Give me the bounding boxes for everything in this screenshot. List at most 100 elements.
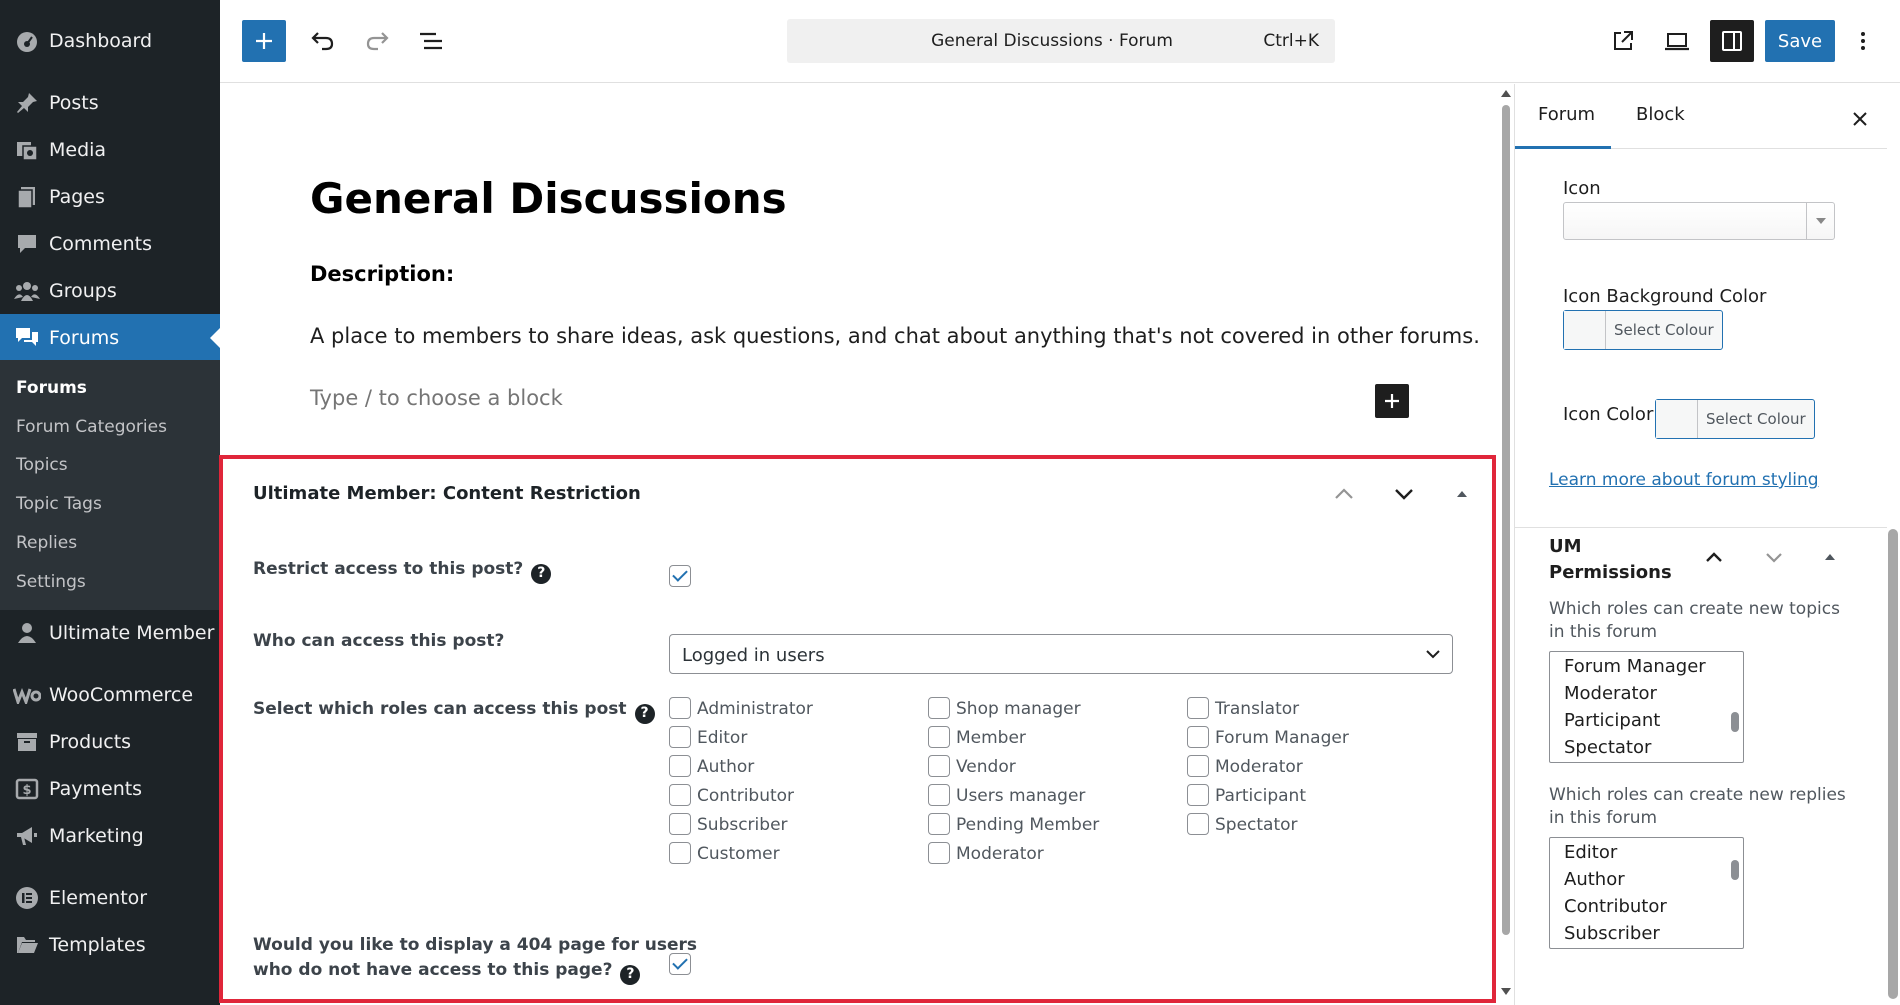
menu-item-elementor[interactable]: Elementor (0, 874, 220, 921)
role-option[interactable]: Moderator (928, 842, 1044, 864)
toggle-panel-button[interactable] (1815, 542, 1845, 572)
role-option[interactable]: Users manager (928, 784, 1085, 806)
role-option[interactable]: Editor (669, 726, 747, 748)
menu-item-comments[interactable]: Comments (0, 220, 220, 267)
block-appender-placeholder[interactable]: Type / to choose a block (310, 386, 563, 410)
close-icon (1853, 112, 1867, 126)
listbox-option[interactable]: Moderator (1564, 683, 1657, 704)
more-options-button[interactable] (1848, 20, 1878, 62)
menu-item-media[interactable]: Media (0, 126, 220, 173)
submenu-item-topics[interactable]: Topics (16, 455, 68, 475)
pages-icon (12, 185, 42, 209)
media-icon (12, 138, 42, 162)
menu-item-dashboard[interactable]: Dashboard (0, 17, 220, 64)
listbox-option[interactable]: Subscriber (1564, 923, 1660, 944)
role-option[interactable]: Translator (1187, 697, 1299, 719)
save-button[interactable]: Save (1765, 20, 1835, 62)
move-down-button[interactable] (1387, 477, 1421, 511)
role-option[interactable]: Vendor (928, 755, 1016, 777)
document-overview-button[interactable] (410, 20, 452, 62)
listbox-option[interactable]: Contributor (1564, 896, 1667, 917)
view-post-button[interactable] (1602, 20, 1644, 62)
undo-button[interactable] (302, 20, 344, 62)
move-down-button[interactable] (1759, 542, 1789, 572)
settings-toggle-button[interactable] (1710, 20, 1754, 62)
icon-color-button[interactable]: Select Colour (1655, 399, 1815, 439)
menu-item-pages[interactable]: Pages (0, 173, 220, 220)
move-up-button[interactable] (1327, 477, 1361, 511)
submenu-item-replies[interactable]: Replies (16, 533, 77, 553)
tab-forum[interactable]: Forum (1538, 104, 1595, 125)
panel-divider (1515, 527, 1887, 528)
close-settings-button[interactable] (1847, 106, 1873, 132)
move-up-button[interactable] (1699, 542, 1729, 572)
um-permissions-title: UM Permissions (1549, 536, 1672, 583)
archive-icon (12, 730, 42, 754)
inline-add-block-button[interactable] (1375, 384, 1409, 418)
menu-item-products[interactable]: Products (0, 718, 220, 765)
role-option[interactable]: Pending Member (928, 813, 1099, 835)
submenu-item-settings[interactable]: Settings (16, 572, 86, 592)
description-label[interactable]: Description: (310, 262, 454, 286)
listbox-scrollbar-thumb[interactable] (1731, 860, 1739, 880)
listbox-option[interactable]: Editor (1564, 842, 1617, 863)
command-palette-bar[interactable]: General Discussions · Forum Ctrl+K (787, 19, 1335, 63)
listbox-option[interactable]: Participant (1564, 710, 1660, 731)
role-option[interactable]: Contributor (669, 784, 794, 806)
preview-button[interactable] (1656, 20, 1698, 62)
menu-label: WooCommerce (49, 683, 194, 706)
menu-item-posts[interactable]: Posts (0, 79, 220, 126)
help-icon[interactable]: ? (634, 703, 655, 724)
topics-roles-listbox[interactable]: Forum Manager Moderator Participant Spec… (1549, 651, 1744, 763)
forum-styling-link[interactable]: Learn more about forum styling (1549, 470, 1819, 490)
menu-item-marketing[interactable]: Marketing (0, 812, 220, 859)
role-option[interactable]: Forum Manager (1187, 726, 1349, 748)
post-title[interactable]: General Discussions (310, 174, 787, 223)
listbox-option[interactable]: Forum Manager (1564, 656, 1706, 677)
settings-scrollbar-thumb[interactable] (1888, 529, 1898, 999)
submenu-item-forums[interactable]: Forums (16, 378, 87, 398)
listbox-option[interactable]: Spectator (1564, 737, 1651, 758)
tab-block[interactable]: Block (1636, 104, 1685, 125)
role-option[interactable]: Spectator (1187, 813, 1298, 835)
role-option[interactable]: Member (928, 726, 1026, 748)
role-option[interactable]: Administrator (669, 697, 813, 719)
role-option[interactable]: Author (669, 755, 754, 777)
replies-roles-description: Which roles can create new replies in th… (1549, 785, 1846, 828)
submenu-item-topic-tags[interactable]: Topic Tags (16, 494, 102, 514)
replies-roles-listbox[interactable]: Editor Author Contributor Subscriber (1549, 837, 1744, 949)
editor-scrollbar-thumb[interactable] (1502, 105, 1510, 935)
listbox-scrollbar-thumb[interactable] (1731, 712, 1739, 732)
menu-label: Forums (49, 326, 120, 349)
scroll-down-arrow-icon[interactable] (1501, 988, 1511, 995)
help-icon[interactable]: ? (620, 964, 641, 985)
show-404-checkbox[interactable] (669, 953, 691, 975)
description-paragraph[interactable]: A place to members to share ideas, ask q… (310, 324, 1480, 348)
menu-item-woocommerce[interactable]: WooCommerce (0, 671, 220, 718)
role-option[interactable]: Shop manager (928, 697, 1081, 719)
icon-select[interactable] (1563, 202, 1835, 240)
toggle-panel-button[interactable] (1445, 477, 1479, 511)
megaphone-icon (12, 824, 42, 848)
menu-item-forums[interactable]: Forums (0, 314, 220, 361)
add-block-button[interactable] (242, 20, 286, 62)
redo-button[interactable] (356, 20, 398, 62)
scroll-up-arrow-icon[interactable] (1501, 90, 1511, 97)
listbox-option[interactable]: Author (1564, 869, 1625, 890)
role-option[interactable]: Subscriber (669, 813, 788, 835)
role-option[interactable]: Moderator (1187, 755, 1303, 777)
menu-item-payments[interactable]: $ Payments (0, 765, 220, 812)
active-tab-indicator (1515, 146, 1611, 149)
help-icon[interactable]: ? (531, 563, 552, 584)
who-can-access-select[interactable]: Logged in users (669, 634, 1453, 674)
editor-toolbar: General Discussions · Forum Ctrl+K Save (220, 0, 1900, 83)
caret-up-icon (1457, 491, 1467, 497)
restrict-access-checkbox[interactable] (669, 565, 691, 587)
menu-item-templates[interactable]: Templates (0, 921, 220, 968)
icon-bg-color-button[interactable]: Select Colour (1563, 310, 1723, 350)
role-option[interactable]: Customer (669, 842, 780, 864)
menu-item-groups[interactable]: Groups (0, 267, 220, 314)
role-option[interactable]: Participant (1187, 784, 1306, 806)
submenu-item-forum-categories[interactable]: Forum Categories (16, 417, 167, 437)
menu-item-ultimate-member[interactable]: Ultimate Member (0, 609, 220, 656)
